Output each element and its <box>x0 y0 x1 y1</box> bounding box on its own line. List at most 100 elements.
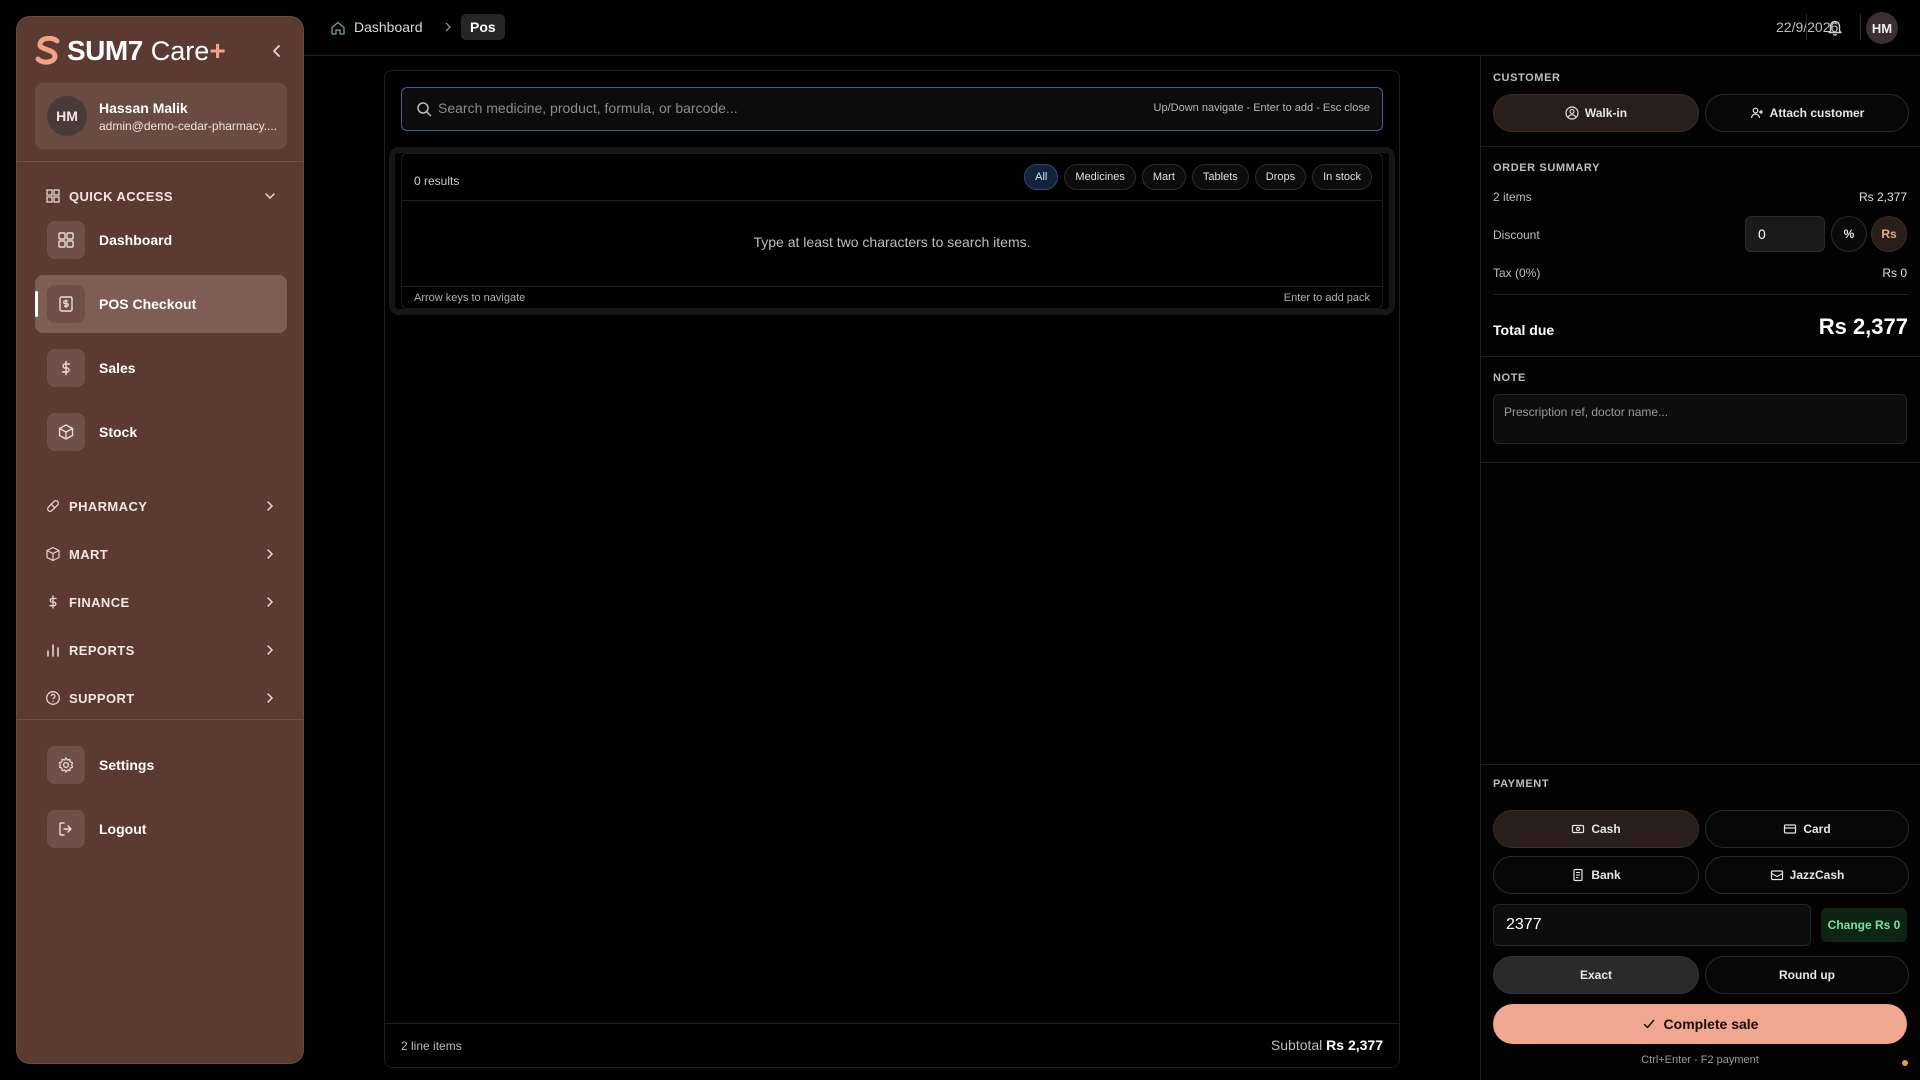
nav-logout[interactable]: Logout <box>35 800 287 858</box>
brand-name: SUM7 <box>67 35 143 66</box>
order-summary-label: ORDER SUMMARY <box>1493 162 1601 174</box>
customer-label: CUSTOMER <box>1493 72 1561 84</box>
filter-chip-tablets[interactable]: Tablets <box>1191 164 1249 190</box>
payment-label: PAYMENT <box>1493 778 1550 790</box>
user-email: admin@demo-cedar-pharmacy.... <box>99 118 278 133</box>
breadcrumb-dashboard[interactable]: Dashboard <box>354 19 423 35</box>
nav-label: Sales <box>99 360 136 376</box>
package-icon <box>46 546 60 562</box>
pay-cash-button[interactable]: Cash <box>1493 810 1699 848</box>
section-pharmacy[interactable]: PHARMACY <box>45 495 277 517</box>
home-icon[interactable] <box>330 20 346 36</box>
tax-row: Tax (0%) Rs 0 <box>1493 266 1907 280</box>
check-icon <box>1643 1019 1654 1029</box>
search-box: Up/Down navigate - Enter to add - Esc cl… <box>401 87 1383 131</box>
empty-results-message: Type at least two characters to search i… <box>753 234 1031 250</box>
complete-sale-label: Complete sale <box>1663 1016 1759 1032</box>
filter-chip-mart[interactable]: Mart <box>1141 164 1186 190</box>
chevron-right-icon <box>267 501 274 511</box>
divider <box>1481 764 1920 765</box>
nav-label: Settings <box>99 757 155 773</box>
logout-icon <box>59 822 72 836</box>
pay-jazzcash-button[interactable]: JazzCash <box>1705 856 1909 894</box>
dollar-icon <box>61 360 71 376</box>
keyboard-hint-navigate: Arrow keys to navigate <box>414 292 526 304</box>
filter-chip-medicines[interactable]: Medicines <box>1064 164 1136 190</box>
pay-bank-button[interactable]: Bank <box>1493 856 1699 894</box>
wallet-icon <box>1770 870 1783 881</box>
bar-chart-icon <box>47 644 59 657</box>
attach-customer-button[interactable]: Attach customer <box>1705 94 1909 132</box>
divider <box>17 719 303 720</box>
checkout-panel: CUSTOMER Walk-in Attach customer ORDER S… <box>1480 56 1920 1080</box>
section-reports[interactable]: REPORTS <box>45 639 277 661</box>
section-label: MART <box>69 546 109 562</box>
attach-customer-label: Attach customer <box>1769 106 1865 120</box>
divider <box>402 200 1382 201</box>
nav-dashboard[interactable]: Dashboard <box>35 211 287 269</box>
banknote-icon <box>1572 824 1585 834</box>
search-icon <box>417 102 432 117</box>
round-up-button[interactable]: Round up <box>1705 956 1909 994</box>
credit-card-icon <box>1784 824 1797 834</box>
nav-pos-checkout[interactable]: POS Checkout <box>35 275 287 333</box>
help-circle-icon <box>46 691 60 705</box>
note-input[interactable] <box>1493 394 1907 444</box>
brand-plus: + <box>209 35 226 66</box>
chevron-left-icon <box>273 45 280 57</box>
exact-amount-button[interactable]: Exact <box>1493 956 1699 994</box>
nav-label: POS Checkout <box>99 296 197 312</box>
filter-chip-all[interactable]: All <box>1024 164 1059 190</box>
collapse-sidebar-button[interactable] <box>267 41 287 61</box>
cart-subtotal: Subtotal Rs 2,377 <box>1271 1037 1383 1053</box>
filter-chip-drops[interactable]: Drops <box>1254 164 1307 190</box>
change-badge: Change Rs 0 <box>1821 908 1907 942</box>
avatar[interactable]: HM <box>1866 12 1898 44</box>
chevron-right-icon <box>267 693 274 703</box>
line-items-count: 2 line items <box>401 1039 462 1053</box>
walk-in-button[interactable]: Walk-in <box>1493 94 1699 132</box>
gear-icon <box>58 757 74 773</box>
pay-jazzcash-label: JazzCash <box>1789 868 1845 882</box>
divider <box>1806 14 1807 40</box>
search-results: 0 results All Medicines Mart Tablets Dro… <box>389 147 1395 315</box>
user-card[interactable]: HM Hassan Malik admin@demo-cedar-pharmac… <box>35 83 287 149</box>
bell-icon[interactable] <box>1826 18 1844 36</box>
section-mart[interactable]: MART <box>45 543 277 565</box>
nav-label: Dashboard <box>99 232 173 248</box>
section-label: FINANCE <box>69 594 130 610</box>
nav-settings[interactable]: Settings <box>35 736 287 794</box>
user-name: Hassan Malik <box>99 99 188 116</box>
section-finance[interactable]: FINANCE <box>45 591 277 613</box>
chevron-right-icon <box>267 549 274 559</box>
nav-stock[interactable]: Stock <box>35 403 287 461</box>
note-label: NOTE <box>1493 372 1526 384</box>
topbar: Dashboard Pos 22/9/2026 HM <box>304 0 1920 56</box>
pay-card-button[interactable]: Card <box>1705 810 1909 848</box>
discount-input[interactable] <box>1745 216 1825 252</box>
filter-chip-in-stock[interactable]: In stock <box>1312 164 1372 190</box>
search-input[interactable] <box>438 88 1118 128</box>
divider <box>1481 462 1920 463</box>
brand-mark-icon <box>35 36 60 65</box>
section-support[interactable]: SUPPORT <box>45 687 277 709</box>
dollar-icon <box>49 595 57 609</box>
discount-rs-toggle[interactable]: Rs <box>1871 216 1907 252</box>
subtotal-value: Rs 2,377 <box>1326 1037 1383 1053</box>
divider <box>1493 294 1909 295</box>
box-icon <box>58 424 74 440</box>
avatar: HM <box>47 96 87 136</box>
quick-access-toggle[interactable]: QUICK ACCESS <box>45 185 277 207</box>
amount-tendered-input[interactable] <box>1493 904 1811 946</box>
nav-sales[interactable]: Sales <box>35 339 287 397</box>
brand-suffix: Care <box>150 35 210 66</box>
discount-percent-toggle[interactable]: % <box>1831 216 1867 252</box>
items-label: 2 items <box>1493 190 1532 204</box>
total-due-value: Rs 2,377 <box>1818 314 1908 339</box>
pill-icon <box>47 500 59 512</box>
keyboard-hint-add: Enter to add pack <box>1283 292 1370 304</box>
divider <box>1860 14 1861 40</box>
discount-label: Discount <box>1493 228 1540 242</box>
complete-sale-button[interactable]: Complete sale <box>1493 1004 1907 1044</box>
tax-label: Tax (0%) <box>1493 266 1541 280</box>
